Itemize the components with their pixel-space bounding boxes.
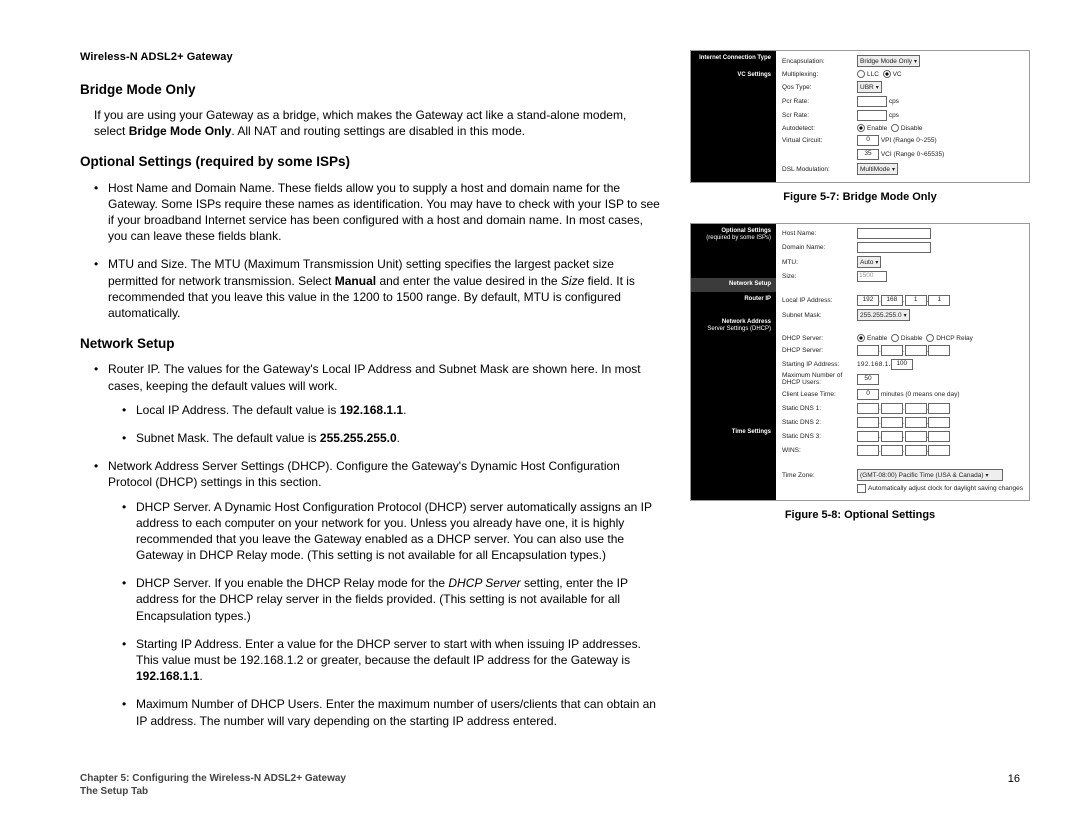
li-mtu: MTU and Size. The MTU (Maximum Transmiss… [94, 256, 660, 321]
li-starting-ip: Starting IP Address. Enter a value for t… [122, 636, 660, 685]
li-dhcp-server: DHCP Server. A Dynamic Host Configuratio… [122, 499, 660, 564]
fig8-tab-net: Network Setup [691, 278, 776, 291]
fig8-tab-time: Time Settings [696, 429, 771, 436]
radio-icon[interactable] [883, 70, 891, 78]
li-router-ip: Router IP. The values for the Gateway's … [94, 361, 660, 446]
fig8-domain-input[interactable] [857, 242, 931, 253]
product-line: Wireless-N ADSL2+ Gateway [80, 50, 660, 65]
fig8-tab-dhcp: Network Address [696, 319, 771, 326]
fig7-pcr-input[interactable] [857, 96, 887, 107]
fig8-host-input[interactable] [857, 228, 931, 239]
checkbox-icon[interactable] [857, 484, 866, 493]
fig7-tab-vc: VC Settings [696, 72, 771, 79]
fig7-dsl-select[interactable]: MultiMode [857, 163, 898, 175]
radio-icon[interactable] [857, 124, 865, 132]
caption-fig7: Figure 5-7: Bridge Mode Only [690, 191, 1030, 203]
radio-icon[interactable] [857, 70, 865, 78]
radio-icon[interactable] [891, 124, 899, 132]
footer-tab: The Setup Tab [80, 785, 346, 798]
li-subnet-mask: Subnet Mask. The default value is 255.25… [122, 430, 660, 446]
page-number: 16 [1008, 772, 1020, 798]
footer-chapter: Chapter 5: Configuring the Wireless-N AD… [80, 772, 346, 785]
fig8-mtu-select[interactable]: Auto [857, 256, 881, 268]
fig7-encap-select[interactable]: Bridge Mode Only [857, 55, 920, 67]
fig7-qos-select[interactable]: UBR [857, 81, 882, 93]
fig7-scr-input[interactable] [857, 110, 887, 121]
fig8-tab-opt: Optional Settings [696, 228, 771, 235]
caption-fig8: Figure 5-8: Optional Settings [690, 509, 1030, 521]
heading-bridge-mode: Bridge Mode Only [80, 81, 660, 99]
fig7-vci-input[interactable]: 35 [857, 149, 879, 160]
heading-optional-settings: Optional Settings (required by some ISPs… [80, 153, 660, 171]
fig8-mask-select[interactable]: 255.255.255.0 [857, 309, 910, 321]
figure-5-8: Optional Settings (required by some ISPs… [690, 223, 1030, 501]
fig8-tz-select[interactable]: (GMT-08:00) Pacific Time (USA & Canada) [857, 469, 1003, 481]
li-max-users: Maximum Number of DHCP Users. Enter the … [122, 696, 660, 728]
para-bridge-mode: If you are using your Gateway as a bridg… [94, 107, 660, 139]
heading-network-setup: Network Setup [80, 335, 660, 353]
fig7-vpi-input[interactable]: 0 [857, 135, 879, 146]
fig8-size-input[interactable]: 1500 [857, 271, 887, 282]
fig7-tab-internet: Internet Connection Type [696, 55, 771, 62]
li-local-ip: Local IP Address. The default value is 1… [122, 402, 660, 418]
figure-5-7: Internet Connection Type VC Settings Enc… [690, 50, 1030, 183]
li-hostname: Host Name and Domain Name. These fields … [94, 180, 660, 245]
li-dhcp-relay: DHCP Server. If you enable the DHCP Rela… [122, 575, 660, 624]
li-nas-dhcp: Network Address Server Settings (DHCP). … [94, 458, 660, 729]
